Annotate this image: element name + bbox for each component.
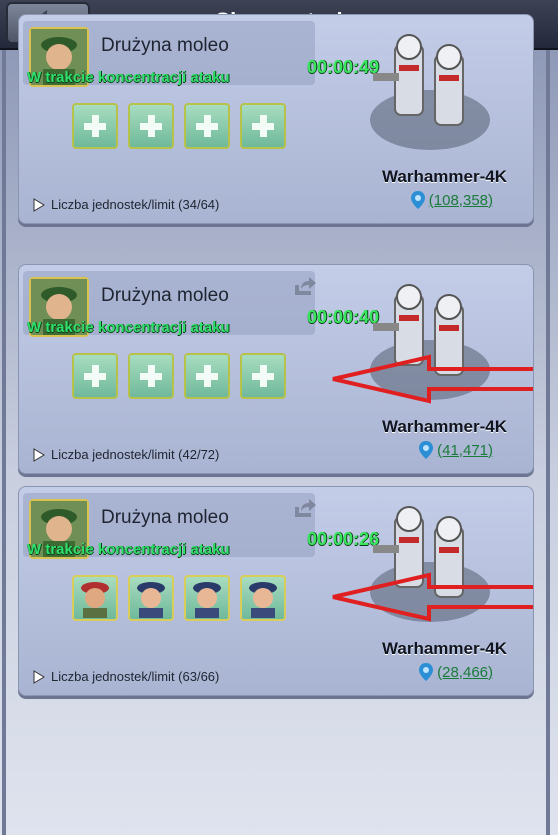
unit-slots — [72, 575, 286, 621]
expand-triangle-icon — [33, 197, 45, 212]
red-arrow-annotation — [332, 354, 533, 404]
unit-slots — [72, 103, 286, 149]
unit-portrait-slot[interactable] — [240, 575, 286, 621]
enemy-name: Warhammer-4K — [381, 639, 507, 658]
add-unit-slot[interactable] — [184, 353, 230, 399]
location-pin-icon — [419, 441, 434, 459]
status-text: W trakcie koncentracji ataku — [27, 69, 230, 86]
units-limit-row[interactable]: Liczba jednostek/limit (42/72) — [33, 447, 219, 462]
team-info-box: Drużyna moleo W trakcie koncentracji ata… — [23, 271, 315, 337]
location-pin-icon — [410, 191, 425, 209]
add-unit-slot[interactable] — [128, 353, 174, 399]
add-unit-slot[interactable] — [240, 353, 286, 399]
team-name: Drużyna moleo — [101, 507, 229, 528]
coords-row[interactable]: (41,471) — [419, 441, 493, 459]
status-text: W trakcie koncentracji ataku — [27, 541, 230, 558]
coords-row[interactable]: (108,358) — [410, 191, 493, 209]
coordinates-link[interactable]: (28,466) — [437, 664, 493, 681]
add-unit-slot[interactable] — [240, 103, 286, 149]
units-limit-label: Liczba jednostek/limit (42/72) — [51, 447, 220, 462]
unit-portrait-slot[interactable] — [128, 575, 174, 621]
attack-card-1[interactable]: Drużyna moleo W trakcie koncentracji ata… — [18, 14, 534, 224]
enemy-mech-image — [370, 34, 490, 150]
units-limit-row[interactable]: Liczba jednostek/limit (34/64) — [33, 197, 219, 212]
team-name: Drużyna moleo — [101, 35, 229, 56]
soldier-portrait-icon — [137, 582, 165, 618]
units-limit-label: Liczba jednostek/limit (63/66) — [51, 669, 220, 684]
share-icon[interactable] — [293, 497, 317, 519]
unit-portrait-slot[interactable] — [72, 575, 118, 621]
expand-triangle-icon — [33, 669, 45, 684]
coordinates-link[interactable]: (41,471) — [437, 442, 493, 459]
team-info-box: Drużyna moleo W trakcie koncentracji ata… — [23, 21, 315, 87]
add-unit-slot[interactable] — [72, 353, 118, 399]
unit-portrait-slot[interactable] — [184, 575, 230, 621]
share-icon[interactable] — [293, 275, 317, 297]
red-arrow-annotation — [332, 572, 533, 622]
team-info-box: Drużyna moleo W trakcie koncentracji ata… — [23, 493, 315, 559]
coordinates-link[interactable]: (108,358) — [429, 192, 493, 209]
status-text: W trakcie koncentracji ataku — [27, 319, 230, 336]
attack-card-2[interactable]: Drużyna moleo W trakcie koncentracji ata… — [18, 264, 534, 474]
team-name: Drużyna moleo — [101, 285, 229, 306]
units-limit-row[interactable]: Liczba jednostek/limit (63/66) — [33, 669, 219, 684]
units-limit-label: Liczba jednostek/limit (34/64) — [51, 197, 220, 212]
add-unit-slot[interactable] — [72, 103, 118, 149]
enemy-name: Warhammer-4K — [381, 167, 507, 186]
expand-triangle-icon — [33, 447, 45, 462]
unit-slots — [72, 353, 286, 399]
soldier-portrait-icon — [193, 582, 221, 618]
soldier-portrait-icon — [81, 582, 109, 618]
add-unit-slot[interactable] — [184, 103, 230, 149]
coords-row[interactable]: (28,466) — [419, 663, 493, 681]
soldier-portrait-icon — [249, 582, 277, 618]
enemy-name: Warhammer-4K — [381, 417, 507, 436]
main-content: Drużyna moleo W trakcie koncentracji ata… — [0, 14, 558, 835]
add-unit-slot[interactable] — [128, 103, 174, 149]
attack-card-3[interactable]: Drużyna moleo W trakcie koncentracji ata… — [18, 486, 534, 696]
location-pin-icon — [419, 663, 434, 681]
